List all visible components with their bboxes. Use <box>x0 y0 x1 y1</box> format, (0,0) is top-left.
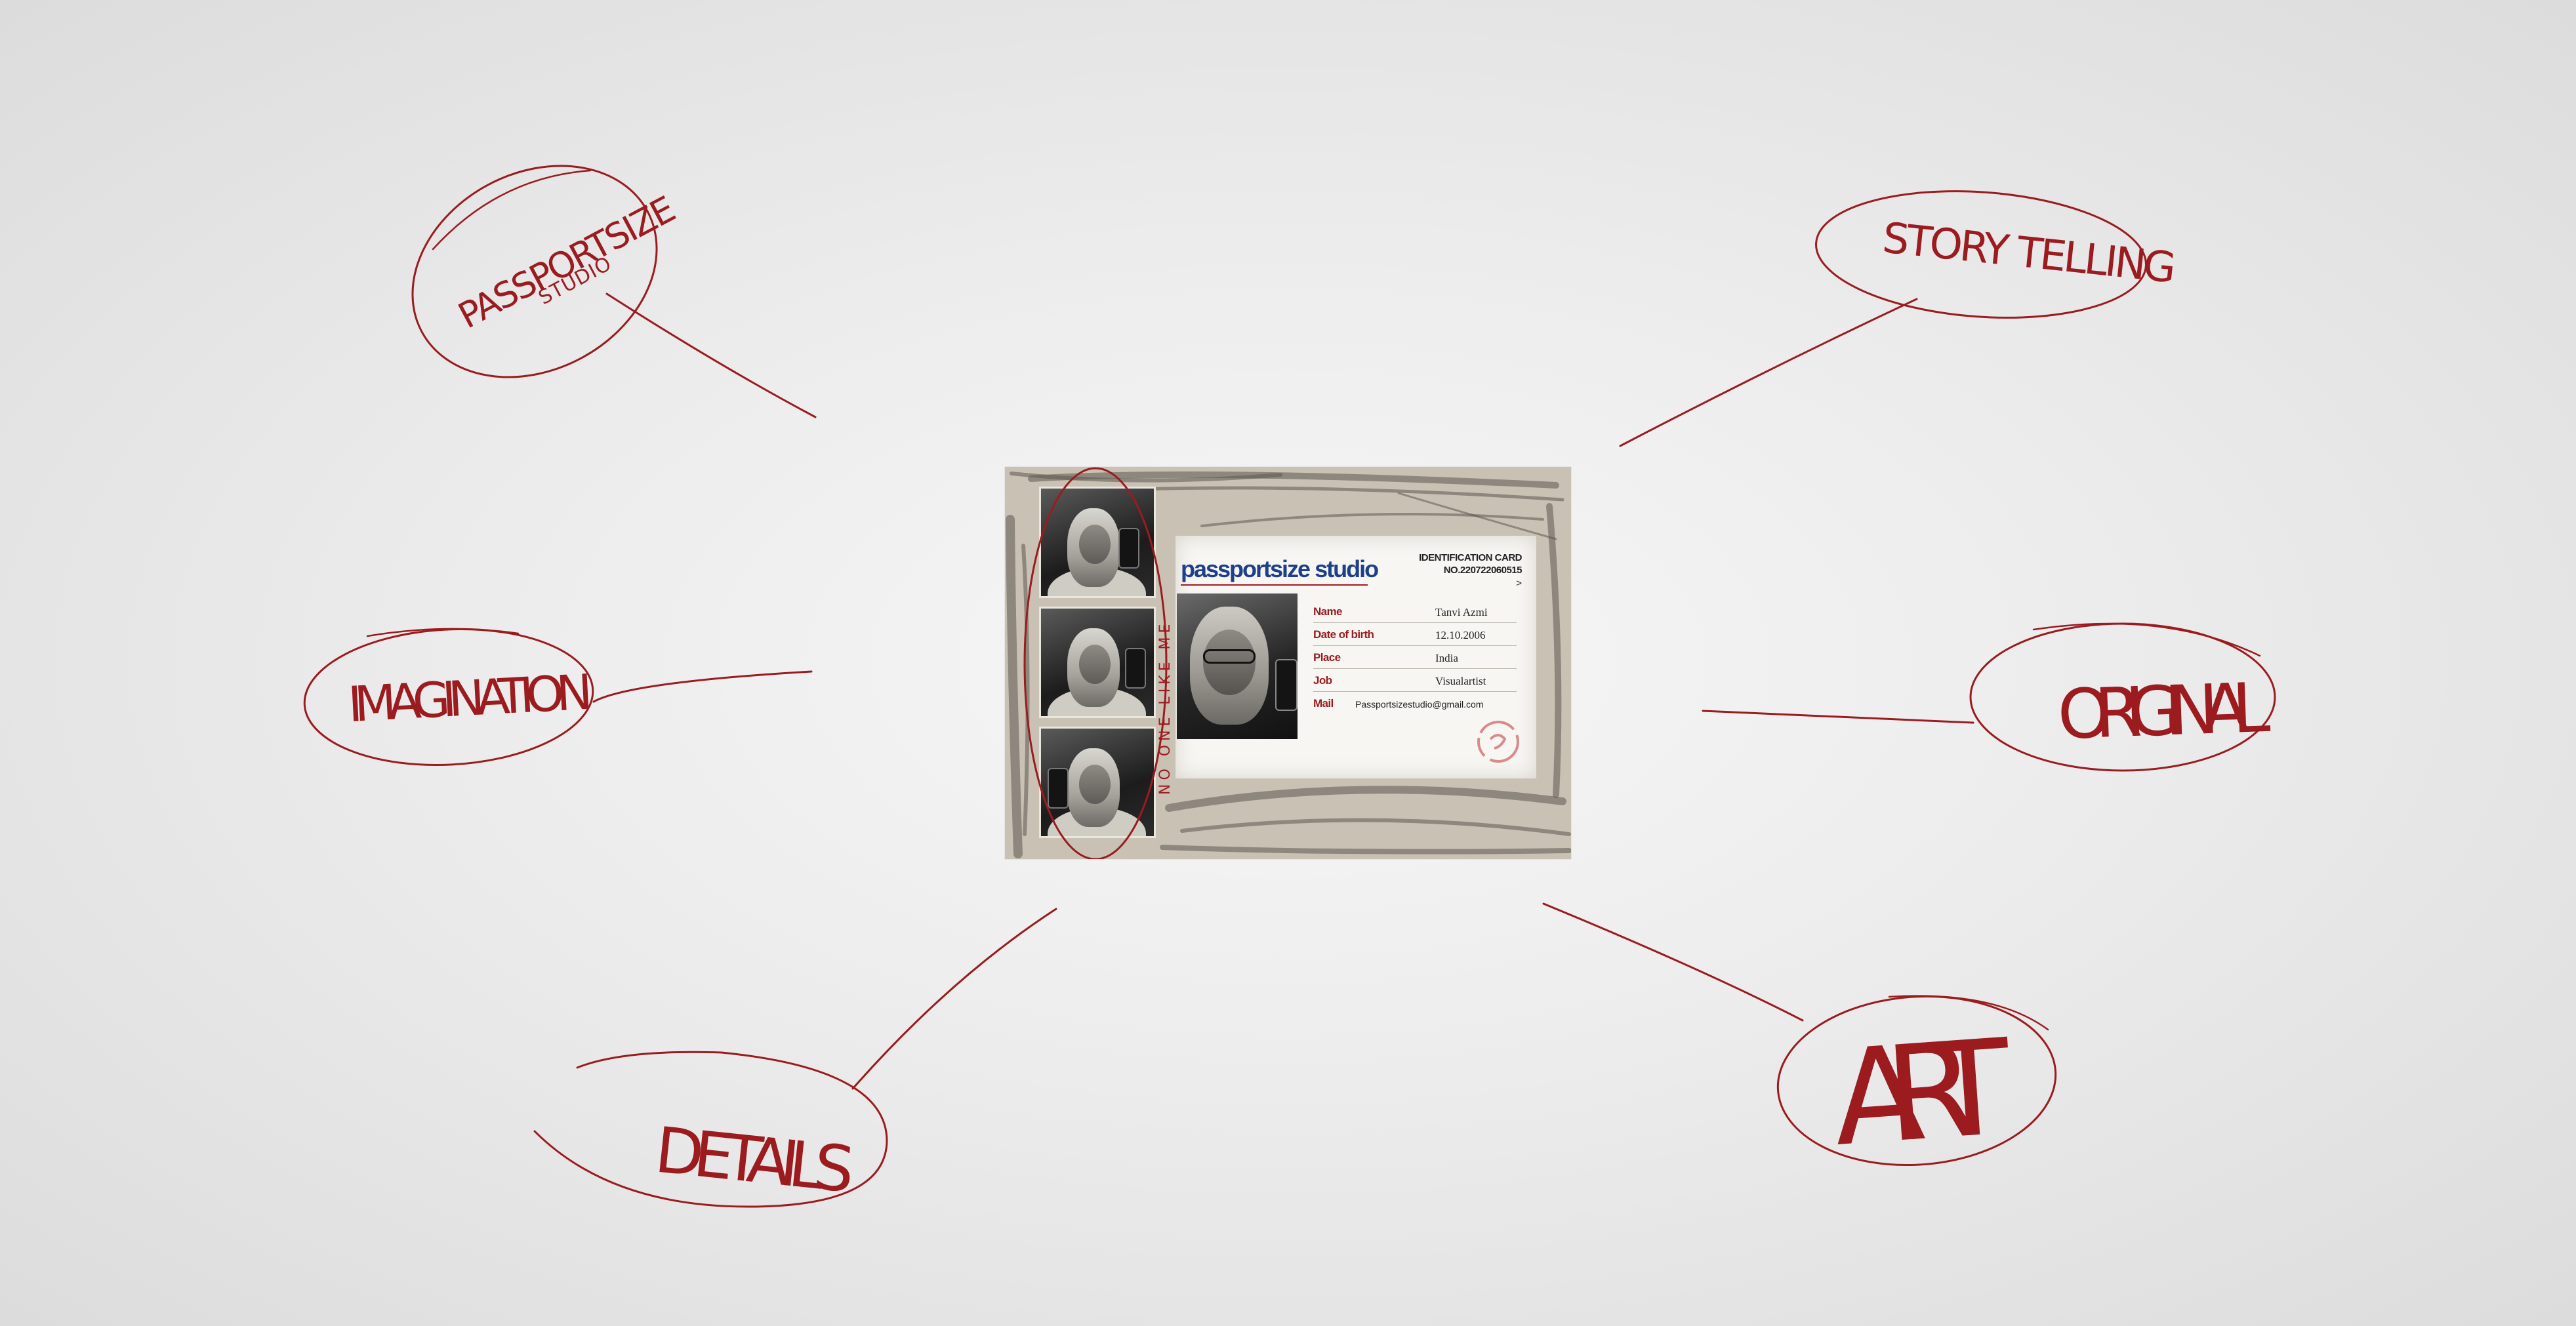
connector-details <box>851 908 1057 1090</box>
brand-logo-text: passportsize studio <box>1181 555 1379 582</box>
id-number: NO.220722060515 <box>1443 565 1523 576</box>
node-passportsize-line1: PASSPORTSIZE <box>452 189 681 336</box>
field-value: 12.10.2006 <box>1435 629 1486 641</box>
node-storytelling: STORY TELLING <box>1880 214 2175 292</box>
field-label: Place <box>1313 651 1341 664</box>
id-title-line1: IDENTIFICATION CARD <box>1419 552 1522 563</box>
node-original: ORIGINAL <box>2056 668 2272 755</box>
connector-passportsize <box>605 292 817 418</box>
id-portrait-photo <box>1177 593 1298 739</box>
brand-underline <box>1181 584 1368 586</box>
connector-imagination <box>592 670 813 703</box>
field-label: Job <box>1313 674 1332 687</box>
id-card: NO ONE LIKE ME passportsize studio IDENT… <box>1005 467 1571 859</box>
id-title: IDENTIFICATION CARD NO.220722060515 <box>1419 552 1522 576</box>
id-arrow: > <box>1516 578 1522 589</box>
ellipse-passportsize-overstroke <box>432 169 592 251</box>
field-row-mail: Mail Passportsizestudio@gmail.com <box>1313 692 1517 714</box>
field-label: Date of birth <box>1313 628 1374 641</box>
field-value: Tanvi Azmi <box>1435 606 1488 618</box>
node-details: DETAILS <box>652 1113 855 1207</box>
identification-panel: passportsize studio IDENTIFICATION CARD … <box>1176 536 1536 778</box>
id-fields: Name Tanvi Azmi Date of birth 12.10.2006… <box>1313 600 1517 714</box>
field-label: Mail <box>1313 697 1334 710</box>
field-value: Visualartist <box>1435 675 1486 687</box>
node-art: ART <box>1828 1011 2016 1176</box>
stamp-seal-icon <box>1477 721 1519 763</box>
field-row-dob: Date of birth 12.10.2006 <box>1313 623 1517 646</box>
field-row-place: Place India <box>1313 646 1517 669</box>
field-row-job: Job Visualartist <box>1313 669 1517 692</box>
field-label: Name <box>1313 605 1343 618</box>
strip-handwritten-note: NO ONE LIKE ME <box>1157 620 1174 795</box>
field-value: India <box>1435 652 1458 664</box>
connector-original <box>1702 710 1974 724</box>
connector-storytelling <box>1619 298 1918 447</box>
connector-art <box>1542 902 1804 1022</box>
field-value: Passportsizestudio@gmail.com <box>1355 699 1484 710</box>
field-row-name: Name Tanvi Azmi <box>1313 600 1517 623</box>
node-imagination: IMAGINATION <box>346 664 592 733</box>
